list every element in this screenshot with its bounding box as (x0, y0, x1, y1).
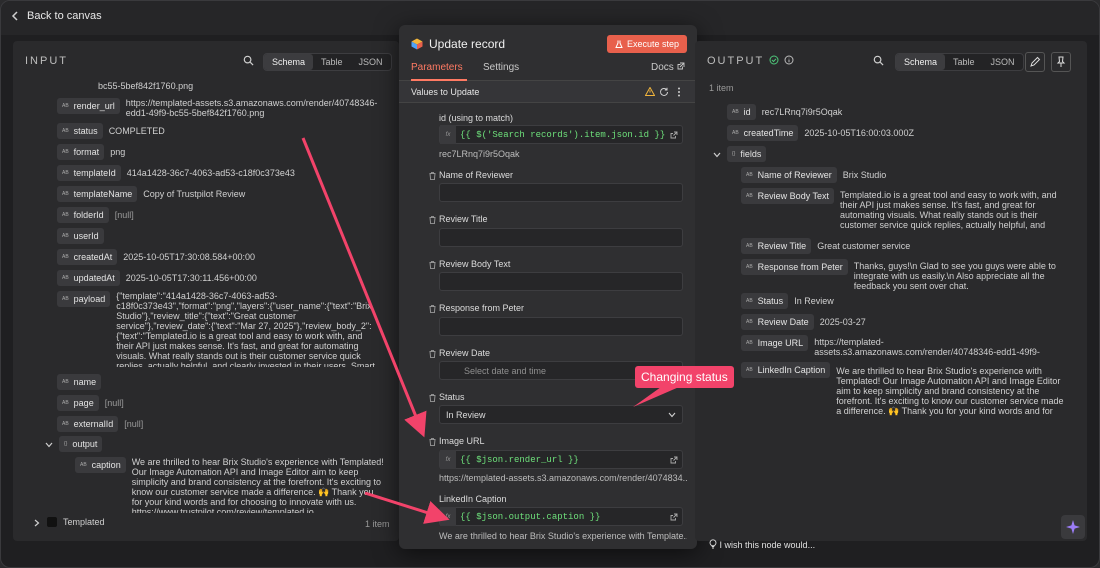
lightbulb-icon (709, 539, 717, 549)
ai-assistant-button[interactable] (1061, 515, 1085, 539)
feedback-prompt[interactable]: I wish this node would... (709, 539, 815, 550)
annotation-arrow (364, 491, 450, 524)
callout-pointer (633, 387, 679, 407)
annotation-arrow (301, 137, 427, 438)
app-frame: Back to canvas INPUT Schema Table JSON b… (0, 0, 1100, 568)
annotation-arrows (301, 137, 679, 524)
sparkle-icon (1066, 520, 1080, 534)
